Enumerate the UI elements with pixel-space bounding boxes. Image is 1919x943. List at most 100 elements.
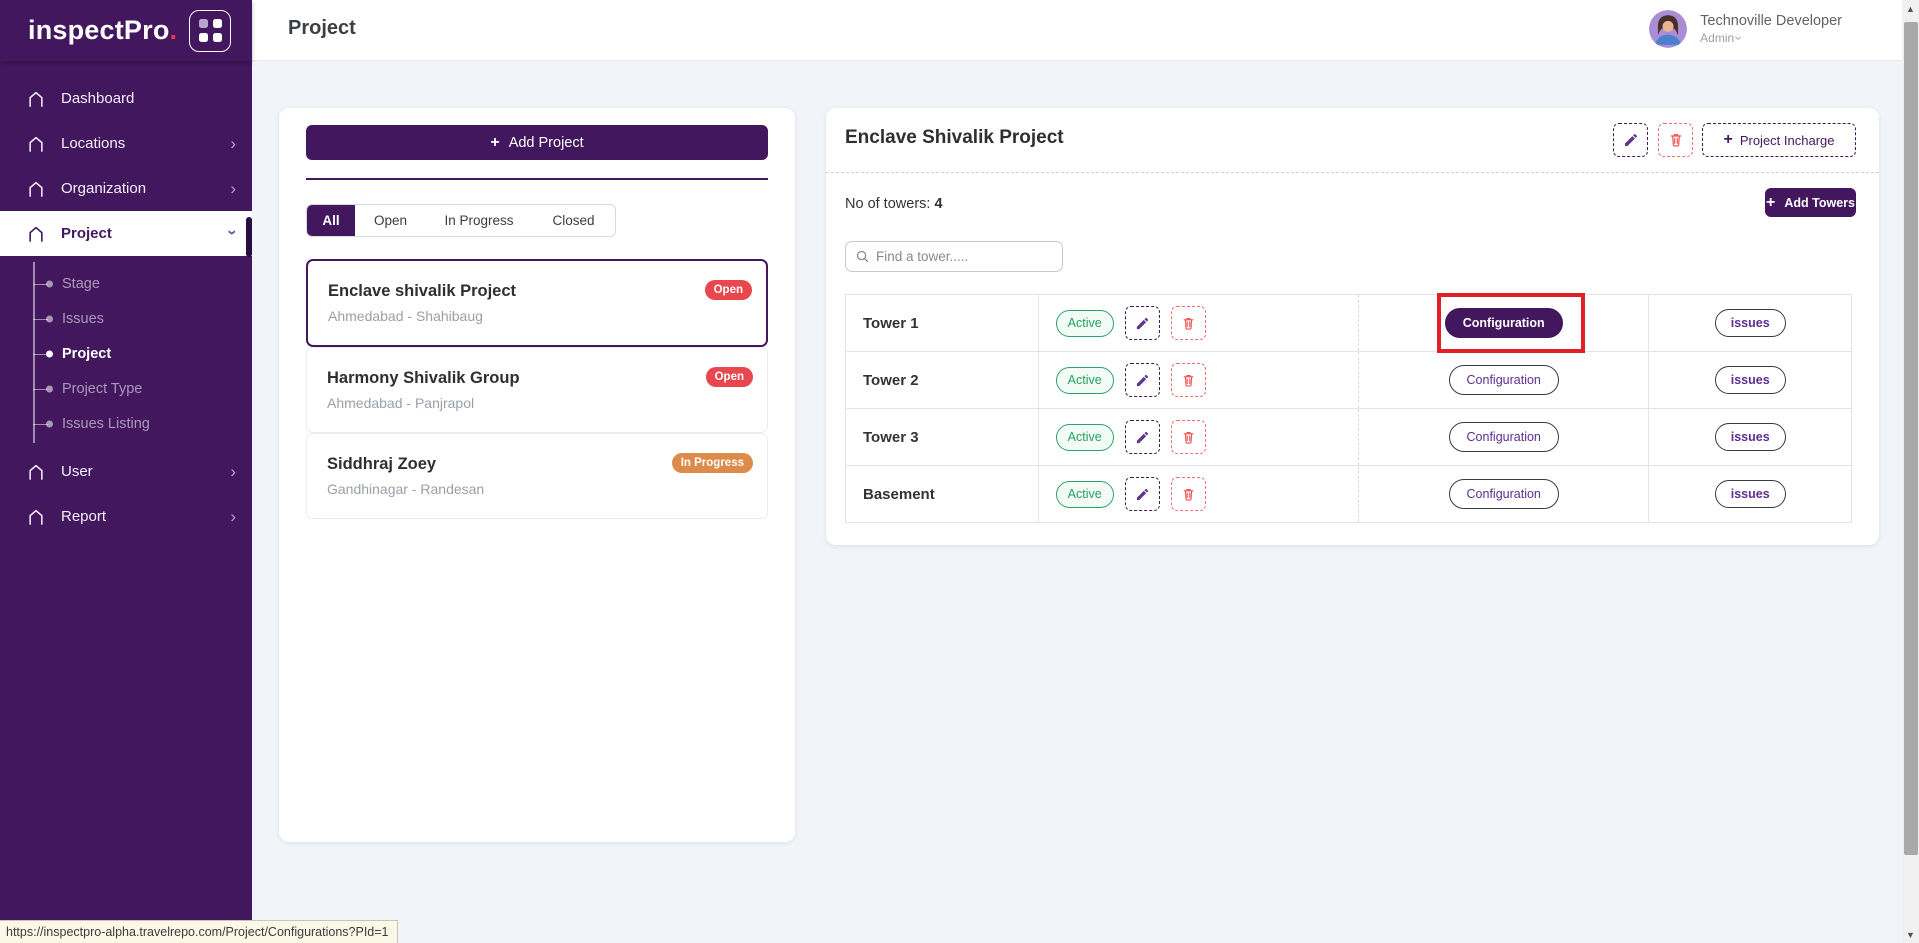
- submenu-label: Issues Listing: [62, 416, 150, 432]
- main-content: + Add Project All Open In Progress Close…: [252, 61, 1902, 943]
- logo: inspectPro.: [0, 0, 252, 61]
- active-status-badge: Active: [1056, 481, 1114, 508]
- tower-search: [845, 241, 1063, 272]
- add-towers-label: Add Towers: [1784, 196, 1855, 210]
- delete-tower-button[interactable]: [1171, 477, 1206, 511]
- configuration-button[interactable]: Configuration: [1445, 308, 1563, 338]
- status-badge: Open: [705, 280, 752, 300]
- sidebar-scrollbar-thumb[interactable]: [246, 217, 252, 257]
- delete-tower-button[interactable]: [1171, 363, 1206, 397]
- edit-tower-button[interactable]: [1125, 477, 1160, 511]
- submenu-item-stage[interactable]: Stage: [0, 266, 252, 301]
- project-list-item[interactable]: Enclave shivalik Project Ahmedabad - Sha…: [306, 259, 768, 347]
- sidebar-item-project[interactable]: Project ›: [0, 211, 252, 256]
- vertical-scrollbar[interactable]: ▲ ▼: [1902, 0, 1919, 943]
- logo-dot: .: [170, 15, 178, 45]
- sidebar-item-report[interactable]: Report ›: [0, 494, 252, 539]
- sidebar-item-organization[interactable]: Organization ›: [0, 166, 252, 211]
- sidebar-item-dashboard[interactable]: Dashboard: [0, 76, 252, 121]
- edit-tower-button[interactable]: [1125, 363, 1160, 397]
- divider: [306, 178, 768, 180]
- user-role[interactable]: Admin›: [1700, 30, 1842, 46]
- tower-actions-cell: Active: [1039, 352, 1359, 408]
- pencil-icon: [1623, 132, 1639, 148]
- dashboard-grid-icon[interactable]: [189, 10, 231, 52]
- project-location: Gandhinagar - Randesan: [327, 481, 747, 497]
- tab-closed[interactable]: Closed: [532, 205, 615, 236]
- home-icon: [26, 179, 46, 199]
- project-name: Enclave shivalik Project: [328, 282, 746, 301]
- tower-search-input[interactable]: [876, 249, 1053, 264]
- issues-button[interactable]: issues: [1715, 423, 1786, 451]
- home-icon: [26, 507, 46, 527]
- delete-tower-button[interactable]: [1171, 306, 1206, 340]
- caret-down-icon: ›: [1730, 36, 1746, 40]
- sidebar-item-label: Project: [61, 225, 112, 242]
- plus-icon: +: [1766, 195, 1775, 211]
- submenu-item-issues-listing[interactable]: Issues Listing: [0, 406, 252, 441]
- search-icon: [855, 249, 870, 264]
- project-list-item[interactable]: Harmony Shivalik Group Ahmedabad - Panjr…: [306, 347, 768, 433]
- add-towers-button[interactable]: + Add Towers: [1765, 188, 1856, 217]
- sidebar-item-label: Dashboard: [61, 90, 134, 107]
- issues-button[interactable]: issues: [1715, 366, 1786, 394]
- sidebar-item-locations[interactable]: Locations ›: [0, 121, 252, 166]
- active-status-badge: Active: [1056, 310, 1114, 337]
- table-row: Tower 2 Active Configuration issues: [846, 352, 1851, 409]
- project-incharge-label: Project Incharge: [1740, 133, 1835, 148]
- scrollbar-thumb[interactable]: [1904, 22, 1918, 855]
- logo-text: inspectPro.: [28, 15, 177, 46]
- towers-count-value: 4: [934, 196, 942, 212]
- projects-panel: + Add Project All Open In Progress Close…: [279, 108, 795, 842]
- scroll-up-arrow-icon[interactable]: ▲: [1902, 0, 1919, 17]
- edit-project-button[interactable]: [1613, 123, 1648, 157]
- tower-name: Tower 3: [846, 409, 1039, 465]
- configuration-button[interactable]: Configuration: [1449, 479, 1559, 509]
- edit-tower-button[interactable]: [1125, 306, 1160, 340]
- project-list-item[interactable]: Siddhraj Zoey Gandhinagar - Randesan In …: [306, 433, 768, 519]
- issues-button[interactable]: issues: [1715, 309, 1786, 337]
- tab-all[interactable]: All: [307, 205, 355, 236]
- edit-tower-button[interactable]: [1125, 420, 1160, 454]
- delete-project-button[interactable]: [1658, 123, 1693, 157]
- add-project-button[interactable]: + Add Project: [306, 125, 768, 160]
- pencil-icon: [1135, 487, 1150, 502]
- configuration-button[interactable]: Configuration: [1449, 422, 1559, 452]
- status-badge: Open: [706, 367, 753, 387]
- submenu-item-project-type[interactable]: Project Type: [0, 371, 252, 406]
- tower-actions-cell: Active: [1039, 466, 1359, 522]
- divider: [826, 172, 1879, 173]
- trash-icon: [1181, 487, 1196, 502]
- tower-actions-cell: Active: [1039, 409, 1359, 465]
- add-project-incharge-button[interactable]: + Project Incharge: [1702, 123, 1856, 157]
- tower-name: Tower 2: [846, 352, 1039, 408]
- tower-actions-cell: Active: [1039, 295, 1359, 351]
- pencil-icon: [1135, 316, 1150, 331]
- tab-open[interactable]: Open: [355, 205, 426, 236]
- towers-table: Tower 1 Active Configuration issues Towe…: [845, 294, 1852, 523]
- sidebar-item-label: Organization: [61, 180, 146, 197]
- submenu-item-issues[interactable]: Issues: [0, 301, 252, 336]
- sidebar: inspectPro. Dashboard Locations › Organi…: [0, 0, 252, 943]
- chevron-right-icon: ›: [230, 508, 236, 525]
- active-status-badge: Active: [1056, 367, 1114, 394]
- home-icon: [26, 462, 46, 482]
- avatar[interactable]: [1649, 10, 1687, 48]
- table-row: Tower 3 Active Configuration issues: [846, 409, 1851, 466]
- issues-button[interactable]: issues: [1715, 480, 1786, 508]
- scroll-down-arrow-icon[interactable]: ▼: [1902, 926, 1919, 943]
- submenu-label: Stage: [62, 276, 100, 292]
- project-location: Ahmedabad - Panjrapol: [327, 395, 747, 411]
- submenu-item-project[interactable]: Project: [0, 336, 252, 371]
- plus-icon: +: [1723, 132, 1732, 148]
- delete-tower-button[interactable]: [1171, 420, 1206, 454]
- home-icon: [26, 224, 46, 244]
- tab-in-progress[interactable]: In Progress: [426, 205, 532, 236]
- sidebar-item-user[interactable]: User ›: [0, 449, 252, 494]
- configuration-button[interactable]: Configuration: [1449, 365, 1559, 395]
- tower-name: Basement: [846, 466, 1039, 522]
- chevron-right-icon: ›: [230, 180, 236, 197]
- plus-icon: +: [490, 135, 499, 151]
- user-menu[interactable]: Technoville Developer Admin›: [1649, 10, 1842, 48]
- user-role-label: Admin: [1700, 31, 1734, 46]
